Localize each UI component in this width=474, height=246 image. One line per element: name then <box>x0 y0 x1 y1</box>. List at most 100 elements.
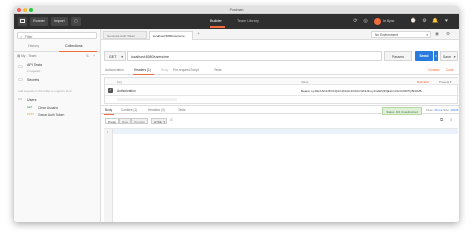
new-window-icon: ▢ <box>74 19 78 23</box>
collection-folder-icon: ▭ <box>18 77 23 83</box>
view-raw-button[interactable]: Raw <box>119 118 131 124</box>
tab-builder[interactable]: Builder <box>210 17 222 26</box>
status-badge: Status: 401 Unauthorized <box>382 106 422 115</box>
code-link[interactable]: Code <box>446 68 454 72</box>
response-body-editor[interactable]: 1 <box>104 128 458 222</box>
request-subtabs: Authorization Headers (1) Body Pre-reque… <box>101 66 459 75</box>
collection-meta: 2 requests <box>27 68 41 73</box>
request-tabs-row: Generate Auth Token localhost:8080/users… <box>101 29 459 40</box>
tab-tests[interactable]: Tests <box>214 68 221 72</box>
header-key[interactable]: Authorization <box>117 89 136 93</box>
tab-collections[interactable]: Collections <box>65 44 83 48</box>
folder-icon: ▤ <box>17 54 21 58</box>
tab-authorization[interactable]: Authorization <box>105 68 124 72</box>
notifications-icon[interactable]: 🔔 <box>432 18 439 25</box>
tab-team-library[interactable]: Team Library <box>237 17 259 26</box>
filter-input-wrap[interactable]: ⌕ <box>17 32 97 40</box>
bulk-edit-link[interactable]: Bulk Edit <box>417 80 429 84</box>
environment-select[interactable]: No Environment ▾ <box>371 31 431 38</box>
folder-item-users[interactable]: ▭ Users <box>14 95 100 104</box>
satellite-icon[interactable]: ◎ <box>362 18 369 25</box>
wrap-lines-icon[interactable]: ≡ <box>170 117 173 122</box>
header-value[interactable]: Bearer eyJ0eXAiOiJKV1QiLCJhbGciOiJIUzI1N… <box>301 89 457 93</box>
header-enabled-checkbox[interactable]: ✓ <box>108 88 113 93</box>
collections-tab-underline <box>59 50 97 52</box>
chevron-down-icon: ▾ <box>450 79 452 84</box>
request-item[interactable]: GET Clear Usuario <box>14 105 100 112</box>
tab-response-headers[interactable]: Headers (3) <box>148 108 165 112</box>
view-pretty-button[interactable]: Pretty <box>105 118 119 124</box>
app-window: Postman Runner Import ▢ Builder Team Lib… <box>14 6 459 222</box>
request-tab[interactable]: Generate Auth Token <box>103 31 147 39</box>
request-item[interactable]: POST Genar Auth Token <box>14 112 100 119</box>
sync-icon[interactable]: ⟳ <box>352 18 359 25</box>
body-tab-underline <box>104 114 114 115</box>
request-label: Genar Auth Token <box>38 113 65 117</box>
presets-dropdown[interactable]: Presets ▾ <box>439 80 452 84</box>
tab-response-body[interactable]: Body <box>105 108 112 112</box>
format-select[interactable]: HTML ▾ <box>151 118 167 124</box>
cookies-link[interactable]: Cookies <box>428 68 440 72</box>
request-method: GET <box>27 106 33 109</box>
tab-pre-request-script[interactable]: Pre-request Script <box>173 68 199 72</box>
new-key-placeholder[interactable] <box>117 98 177 101</box>
method-select[interactable]: GET ▾ <box>104 51 126 61</box>
team-filter[interactable]: ▤ My - Team <box>17 54 36 58</box>
collection-item[interactable]: ▭ Secrets <box>14 75 100 86</box>
view-preview-button[interactable]: Preview <box>131 118 148 124</box>
status-label: Status: <box>386 109 395 114</box>
tab-headers[interactable]: Headers (1) <box>134 68 151 72</box>
new-collection-icon[interactable]: + <box>93 54 95 58</box>
send-dropdown-button[interactable]: ▾ <box>434 51 438 61</box>
collection-name: Secrets <box>27 78 40 82</box>
url-input[interactable]: localhost:8080/users/me <box>127 51 382 61</box>
main-toolbar: Runner Import ▢ Builder Team Library ⟳ ◎… <box>14 14 459 29</box>
import-button[interactable]: Import <box>51 17 68 26</box>
time-label: Time: <box>426 108 434 112</box>
search-icon: ⌕ <box>20 34 23 39</box>
method-label: GET <box>109 55 117 59</box>
filter-input[interactable] <box>25 33 95 40</box>
status-value: 401 Unauthorized <box>395 109 418 114</box>
main-panel: Generate Auth Token localhost:8080/users… <box>101 29 459 222</box>
new-window-button[interactable]: ▢ <box>71 17 81 26</box>
request-method: POST <box>27 113 35 116</box>
sidebar-toggle-button[interactable] <box>18 17 27 26</box>
chevron-down-icon: ▾ <box>453 55 456 59</box>
response-tabs: Body Cookies (1) Headers (3) Tests Statu… <box>101 105 459 115</box>
tab-response-tests[interactable]: Tests <box>178 108 185 112</box>
heart-icon[interactable]: ♥ <box>443 18 450 25</box>
collection-name: API Tests <box>27 63 43 67</box>
tab-body[interactable]: Body <box>161 68 168 72</box>
user-avatar[interactable] <box>374 18 381 25</box>
response-view-controls: Pretty Raw Preview HTML ▾ ≡ ⧉ ⌕ <box>104 117 458 126</box>
eye-icon[interactable]: ◉ <box>435 31 439 37</box>
response-time: Time: 20 ms <box>426 108 442 112</box>
environment-label: No Environment <box>375 33 398 37</box>
send-button[interactable]: Send <box>415 51 433 61</box>
tab-history[interactable]: History <box>28 44 39 48</box>
tab-response-cookies[interactable]: Cookies (1) <box>121 108 137 112</box>
copy-icon[interactable]: ⧉ <box>440 117 443 122</box>
response-size: Size: 180 B <box>443 108 458 112</box>
size-value: 180 B <box>450 108 459 112</box>
settings-icon[interactable]: ⚙ <box>421 18 428 25</box>
history-icon[interactable]: ⌚ <box>410 18 417 25</box>
active-line-highlight <box>113 129 458 134</box>
table-row[interactable] <box>105 96 459 104</box>
new-tab-icon[interactable]: + <box>197 31 200 36</box>
sidebar-icon <box>20 19 25 24</box>
folder-name: Users <box>27 97 37 102</box>
sidebar: ⌕ History Collections ▤ My - Team ⇅ + ▭ … <box>14 29 101 222</box>
chevron-down-icon: ▾ <box>163 120 165 124</box>
search-response-icon[interactable]: ⌕ <box>450 117 453 122</box>
request-tab-active[interactable]: localhost:8080/usersme <box>149 31 193 40</box>
collection-item[interactable]: ▭ API Tests 2 requests <box>14 61 100 74</box>
value-column-header: Value <box>301 79 309 84</box>
runner-button[interactable]: Runner <box>30 17 48 26</box>
sync-status: In Sync <box>383 19 395 23</box>
sort-icon[interactable]: ⇅ <box>86 54 89 58</box>
save-button[interactable]: Save ▾ <box>440 51 458 61</box>
gear-icon[interactable]: ⚙ <box>446 31 450 37</box>
params-button[interactable]: Params <box>384 51 412 61</box>
